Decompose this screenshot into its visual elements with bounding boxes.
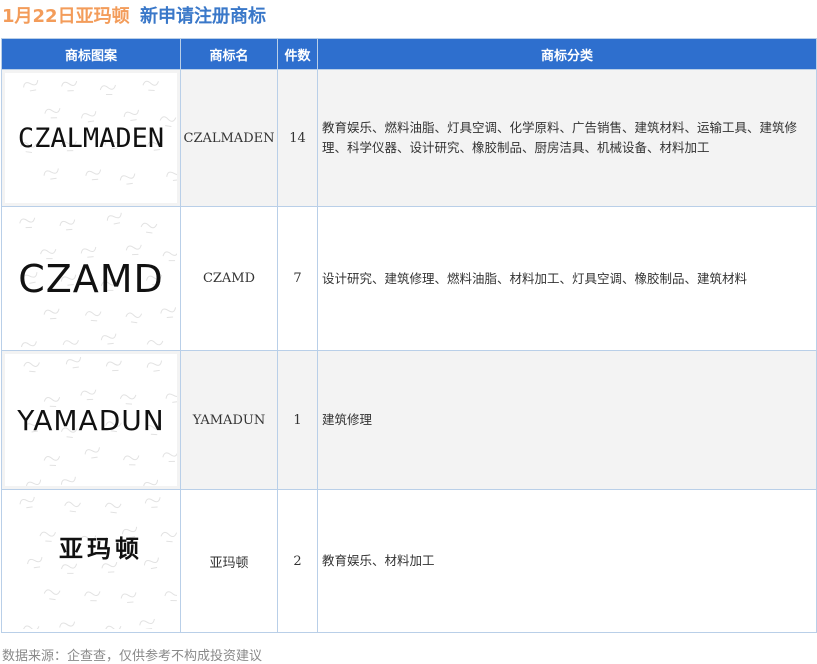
trademark-logo-image: CZAMD bbox=[5, 210, 177, 347]
watermark-mark bbox=[162, 250, 177, 262]
column-header-count: 件数 bbox=[277, 38, 318, 70]
trademark-logo-text: YAMADUN bbox=[17, 403, 165, 437]
watermark-mark bbox=[104, 502, 122, 514]
trademark-count: 1 bbox=[277, 350, 318, 490]
watermark-mark bbox=[142, 479, 159, 486]
watermark-mark bbox=[19, 217, 36, 229]
watermark-mark bbox=[43, 589, 61, 601]
trademark-logo-text: 亚玛顿 bbox=[59, 533, 143, 563]
watermark-mark bbox=[125, 244, 142, 256]
watermark-mark bbox=[106, 212, 122, 225]
watermark-mark bbox=[106, 484, 125, 486]
trademark-name: 亚玛顿 bbox=[180, 489, 278, 633]
watermark-mark bbox=[43, 308, 60, 320]
trademark-image-cell: YAMADUN bbox=[1, 350, 181, 490]
trademark-classes: 教育娱乐、燃料油脂、灯具空调、化学原料、广告销售、建筑材料、运输工具、建筑修理、… bbox=[317, 69, 817, 207]
watermark-mark bbox=[62, 339, 79, 347]
watermark-mark bbox=[23, 79, 39, 92]
watermark-mark bbox=[20, 341, 37, 347]
watermark-mark bbox=[140, 222, 158, 234]
watermark-mark bbox=[44, 107, 61, 119]
watermark-mark bbox=[61, 80, 78, 92]
watermark-mark bbox=[139, 618, 155, 629]
table-row: 亚玛顿 亚玛顿 2 教育娱乐、材料加工 bbox=[1, 489, 817, 633]
watermark-mark bbox=[19, 496, 35, 509]
watermark-mark bbox=[146, 360, 163, 372]
trademark-count: 2 bbox=[277, 489, 318, 633]
trademark-classes: 设计研究、建筑修理、燃料油脂、材料加工、灯具空调、橡胶制品、建筑材料 bbox=[317, 206, 817, 351]
trademark-name: YAMADUN bbox=[180, 350, 278, 490]
trademark-count: 7 bbox=[277, 206, 318, 351]
watermark-mark bbox=[59, 621, 76, 629]
watermark-mark bbox=[120, 592, 137, 604]
watermark-mark bbox=[84, 591, 101, 602]
watermark-mark bbox=[165, 391, 177, 403]
watermark-mark bbox=[144, 497, 161, 508]
table-row: CZAMD CZAMD 7 设计研究、建筑修理、燃料油脂、材料加工、灯具空调、橡… bbox=[1, 206, 817, 351]
table-row: YAMADUN YAMADUN 1 建筑修理 bbox=[1, 350, 817, 490]
watermark-mark bbox=[123, 109, 139, 121]
table-row: CZALMADEN CZALMADEN 14 教育娱乐、燃料油脂、灯具空调、化学… bbox=[1, 69, 817, 207]
column-header-logo: 商标图案 bbox=[1, 38, 181, 70]
data-source-note: 数据来源：企查查，仅供参考不构成投资建议 bbox=[2, 649, 263, 664]
watermark-mark bbox=[104, 625, 122, 629]
watermark-mark bbox=[60, 476, 76, 486]
watermark-mark bbox=[146, 340, 164, 347]
trademark-image-cell: CZALMADEN bbox=[1, 69, 181, 207]
title-bar: 1月22日亚玛顿 新申请注册商标 bbox=[0, 0, 817, 30]
watermark-mark bbox=[100, 333, 117, 345]
watermark-mark bbox=[125, 312, 143, 324]
trademark-count: 14 bbox=[277, 69, 318, 207]
watermark-mark bbox=[59, 219, 76, 231]
trademark-image-cell: 亚玛顿 bbox=[1, 489, 181, 633]
watermark-mark bbox=[43, 168, 59, 180]
column-header-name: 商标名 bbox=[180, 38, 278, 70]
watermark-mark bbox=[39, 531, 56, 542]
watermark-mark bbox=[23, 361, 40, 373]
watermark-mark bbox=[123, 455, 140, 466]
page-title: 新申请注册商标 bbox=[140, 6, 266, 27]
trademark-logo-text: CZALMADEN bbox=[17, 122, 165, 154]
watermark-mark bbox=[160, 531, 177, 543]
trademark-table: 商标图案 商标名 件数 商标分类 CZALMADEN CZALMADEN 14 … bbox=[1, 38, 817, 633]
table-header-row: 商标图案 商标名 件数 商标分类 bbox=[1, 38, 817, 70]
watermark-mark bbox=[85, 169, 102, 181]
watermark-mark bbox=[43, 456, 61, 467]
watermark-mark bbox=[160, 307, 177, 319]
watermark-mark bbox=[27, 556, 43, 569]
watermark-mark bbox=[142, 80, 159, 92]
date-title: 1月22日亚玛顿 bbox=[2, 6, 130, 27]
trademark-classes: 建筑修理 bbox=[317, 350, 817, 490]
column-header-classes: 商标分类 bbox=[317, 38, 817, 70]
trademark-classes: 教育娱乐、材料加工 bbox=[317, 489, 817, 633]
watermark-mark bbox=[166, 169, 177, 181]
watermark-mark bbox=[64, 501, 81, 513]
watermark-mark bbox=[164, 591, 177, 602]
watermark-mark bbox=[22, 625, 40, 629]
watermark-mark bbox=[65, 357, 82, 369]
trademark-logo-image: YAMADUN bbox=[5, 354, 177, 486]
watermark-mark bbox=[162, 451, 177, 463]
watermark-mark bbox=[105, 360, 122, 372]
trademark-image-cell: CZAMD bbox=[1, 206, 181, 351]
watermark-mark bbox=[25, 479, 42, 486]
watermark-mark bbox=[119, 173, 136, 185]
trademark-logo-image: CZALMADEN bbox=[5, 73, 177, 203]
watermark-mark bbox=[84, 311, 102, 322]
trademark-name: CZAMD bbox=[180, 206, 278, 351]
trademark-logo-image: 亚玛顿 bbox=[5, 493, 177, 629]
watermark-mark bbox=[80, 389, 97, 401]
watermark-mark bbox=[84, 447, 100, 459]
trademark-name: CZALMADEN bbox=[180, 69, 278, 207]
trademark-logo-text: CZAMD bbox=[18, 256, 164, 301]
watermark-mark bbox=[143, 557, 159, 570]
watermark-mark bbox=[99, 84, 116, 96]
